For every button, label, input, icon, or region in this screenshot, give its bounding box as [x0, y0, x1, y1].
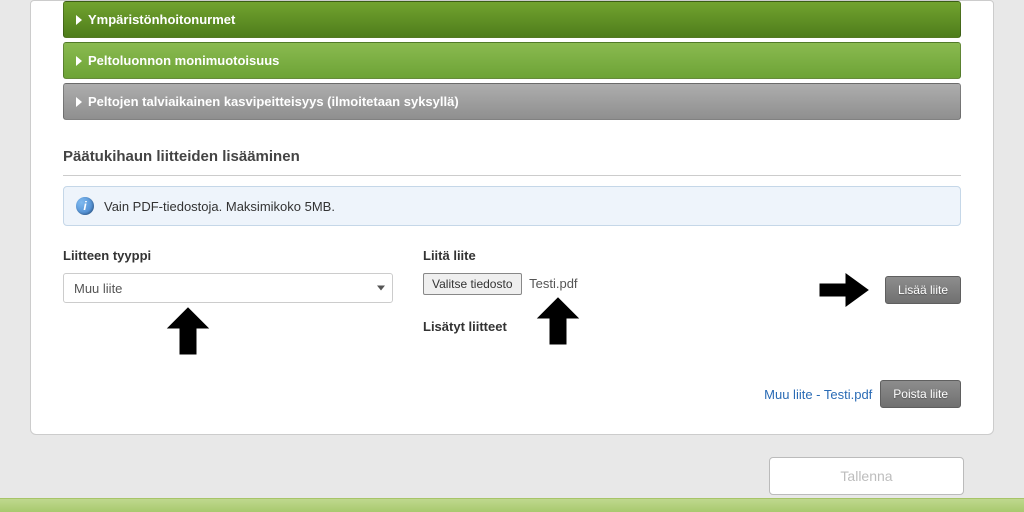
attach-file-label: Liitä liite [423, 248, 761, 263]
accordion-label: Ympäristönhoitonurmet [88, 12, 235, 27]
annotation-arrow-right-icon [816, 270, 871, 310]
chosen-file-name: Testi.pdf [529, 276, 577, 291]
accordion-item-ymparisto[interactable]: Ympäristönhoitonurmet [63, 1, 961, 38]
info-text: Vain PDF-tiedostoja. Maksimikoko 5MB. [104, 199, 335, 214]
chevron-right-icon [76, 56, 82, 66]
info-icon: i [76, 197, 94, 215]
accordion-item-peltojen[interactable]: Peltojen talviaikainen kasvipeitteisyys … [63, 83, 961, 120]
choose-file-button[interactable]: Valitse tiedosto [423, 273, 522, 295]
save-button[interactable]: Tallenna [769, 457, 964, 495]
main-panel: Ympäristönhoitonurmet Peltoluonnon monim… [30, 0, 994, 435]
info-message: i Vain PDF-tiedostoja. Maksimikoko 5MB. [63, 186, 961, 226]
attachments-section-title: Päätukihaun liitteiden lisääminen [63, 148, 961, 165]
divider [63, 175, 961, 176]
chevron-right-icon [76, 15, 82, 25]
remove-attachment-button[interactable]: Poista liite [880, 380, 961, 408]
footer-bar [0, 498, 1024, 512]
attachment-type-label: Liitteen tyyppi [63, 248, 393, 263]
attachment-link[interactable]: Muu liite - Testi.pdf [764, 387, 872, 402]
attachment-list-row: Muu liite - Testi.pdf Poista liite [63, 380, 961, 408]
accordion-label: Peltoluonnon monimuotoisuus [88, 53, 279, 68]
annotation-arrow-up-icon [163, 304, 213, 364]
added-attachments-heading: Lisätyt liitteet [423, 319, 761, 334]
attachment-type-select[interactable]: Muu liite [63, 273, 393, 303]
add-attachment-button[interactable]: Lisää liite [885, 276, 961, 304]
accordion-item-peltoluonnon[interactable]: Peltoluonnon monimuotoisuus [63, 42, 961, 79]
chevron-right-icon [76, 97, 82, 107]
accordion-label: Peltojen talviaikainen kasvipeitteisyys … [88, 94, 459, 109]
